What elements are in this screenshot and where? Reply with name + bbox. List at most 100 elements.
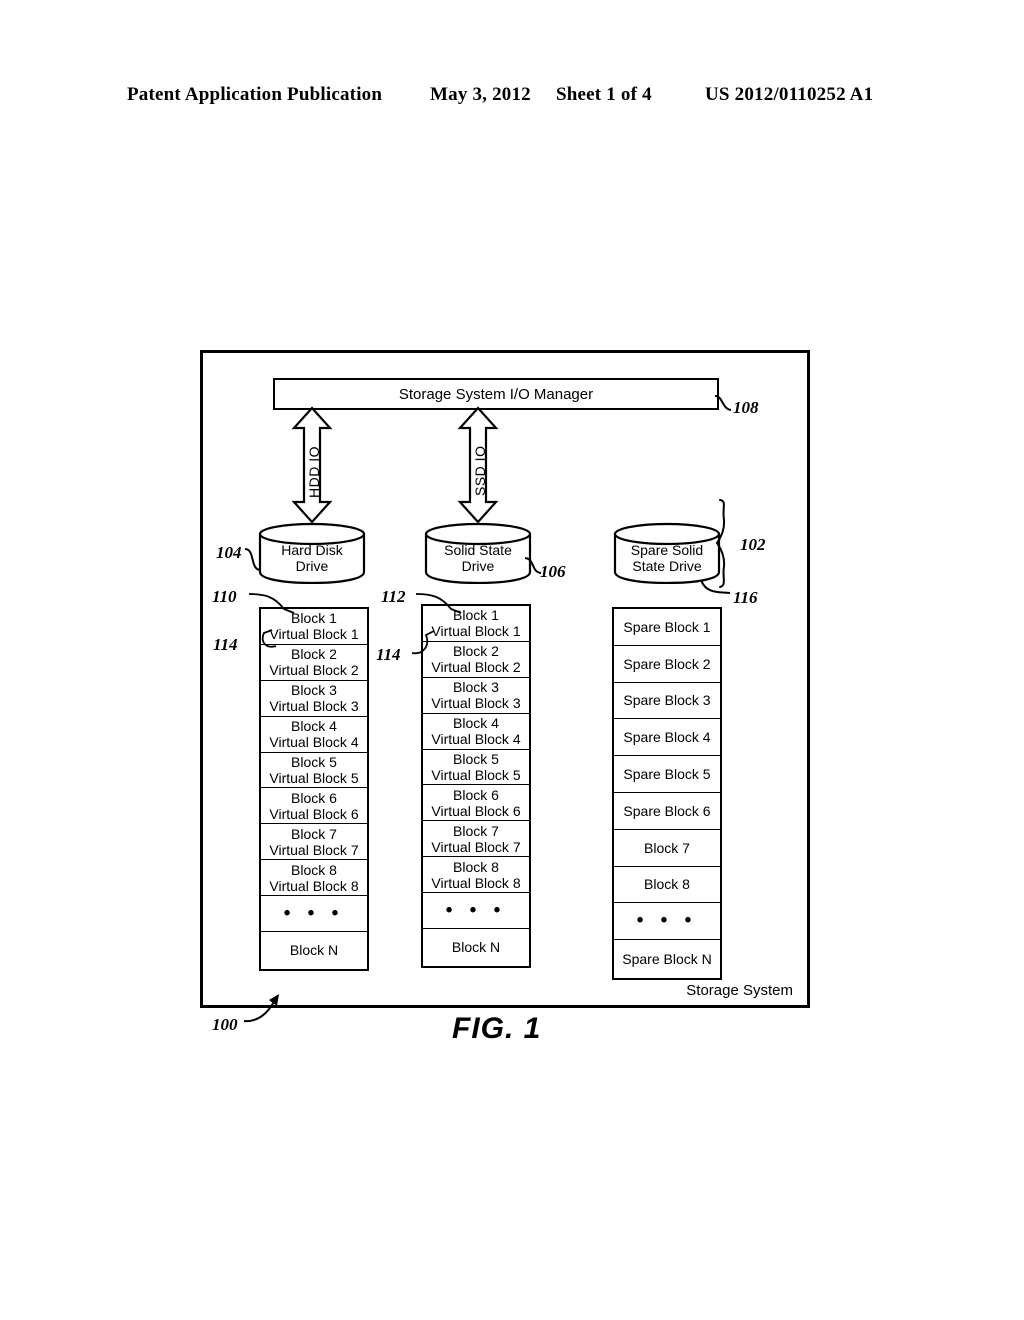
solid-state-drive-label: Solid State Drive	[424, 542, 532, 574]
ref-114-col2: 114	[376, 645, 401, 664]
block-label-line1: Block 2	[453, 643, 499, 660]
spare-block-column: Spare Block 1 Spare Block 2 Spare Block 3 S…	[612, 607, 722, 980]
patent-number: US 2012/0110252 A1	[705, 84, 874, 105]
block-label-line1: Block 7	[453, 822, 499, 839]
ssd-label-line1: Solid State	[444, 542, 512, 558]
block-cell: • • •	[614, 903, 720, 941]
hdd-label-line2: Drive	[295, 558, 329, 574]
block-label-line2: Virtual Block 1	[431, 623, 521, 640]
block-label-line2: Virtual Block 8	[269, 877, 359, 894]
ref-100-leader	[243, 993, 291, 1027]
block-label-line1: Block 7	[644, 839, 690, 856]
publication-date: May 3, 2012	[430, 84, 531, 105]
block-cell: Block 6 Virtual Block 6	[423, 785, 529, 822]
block-cell: Block 7	[614, 830, 720, 867]
hdd-io-label: HDD IO	[306, 446, 322, 498]
hdd-label-line1: Hard Disk	[281, 542, 343, 558]
block-cell: Spare Block 3	[614, 683, 720, 720]
block-label-line2: Virtual Block 7	[269, 841, 359, 858]
ref-114-col2-leader	[410, 627, 442, 659]
ellipsis-marker: • • •	[636, 910, 698, 932]
block-label-line1: Block 8	[644, 876, 690, 893]
spare-ssd-label-line1: Spare Solid	[630, 542, 704, 558]
block-label-line1: Block 5	[453, 751, 499, 767]
block-cell: • • •	[423, 893, 529, 930]
publication-label: Patent Application Publication	[127, 84, 383, 105]
block-label-line2: Virtual Block 6	[431, 802, 521, 819]
block-label-line2: Virtual Block 3	[269, 698, 359, 715]
block-cell: Block 4 Virtual Block 4	[423, 714, 529, 750]
ref-112-leader	[415, 591, 469, 625]
spare-ssd-label-line2: State Drive	[632, 558, 702, 574]
block-label-line1: Block 4	[453, 715, 499, 732]
block-label-line1: Spare Block 2	[623, 655, 711, 672]
block-label-line2: Virtual Block 7	[431, 838, 521, 855]
block-label-line2: Virtual Block 3	[431, 695, 521, 712]
ref-108: 108	[733, 398, 759, 417]
block-cell: Block 6 Virtual Block 6	[261, 788, 367, 825]
block-cell: Block 8 Virtual Block 8	[261, 860, 367, 897]
block-cell: Block N	[261, 932, 367, 968]
hard-disk-drive-cylinder: Hard Disk Drive	[258, 522, 366, 584]
patent-header: Patent Application Publication May 3, 20…	[0, 84, 1024, 114]
ellipsis-marker: • • •	[445, 899, 507, 921]
block-label-line1: Block 2	[291, 646, 337, 663]
block-label-line2: Virtual Block 8	[431, 874, 521, 891]
ellipsis-marker: • • •	[283, 902, 345, 924]
block-label-line1: Block 3	[453, 679, 499, 696]
block-cell: Spare Block 6	[614, 793, 720, 830]
block-label-line1: Block 8	[291, 861, 337, 878]
block-cell: Block 7 Virtual Block 7	[423, 821, 529, 858]
block-cell: Block 5 Virtual Block 5	[261, 753, 367, 789]
hdd-block-column: Block 1 Virtual Block 1 Block 2 Virtual Blo…	[259, 607, 369, 971]
block-cell: Block 4 Virtual Block 4	[261, 717, 367, 753]
ref-102: 102	[740, 535, 766, 554]
solid-state-drive-cylinder: Solid State Drive	[424, 522, 532, 584]
block-label-line1: Block 8	[453, 858, 499, 875]
block-cell: Spare Block 5	[614, 756, 720, 793]
block-cell: Block 3 Virtual Block 3	[261, 681, 367, 717]
block-label-line2: Virtual Block 2	[269, 662, 359, 679]
block-label-line1: Spare Block 1	[623, 618, 711, 635]
block-cell: Block 8	[614, 867, 720, 904]
spare-ssd-label: Spare Solid State Drive	[613, 542, 721, 574]
ref-114-col1-leader	[250, 624, 280, 654]
block-label-line1: Block 6	[291, 789, 337, 806]
block-label-line2: Virtual Block 6	[269, 805, 359, 822]
io-manager-label: Storage System I/O Manager	[398, 385, 594, 403]
ref-104: 104	[216, 543, 242, 562]
storage-system-caption: Storage System	[686, 982, 793, 999]
ref-116: 116	[733, 588, 758, 607]
spare-solid-state-drive-cylinder: Spare Solid State Drive	[613, 522, 721, 584]
block-cell: Spare Block 1	[614, 609, 720, 646]
block-label-line1: Block 7	[291, 825, 337, 842]
block-label-line2: Virtual Block 2	[431, 659, 521, 676]
ssd-label-line2: Drive	[461, 558, 495, 574]
block-label-line1: Block 3	[291, 682, 337, 699]
block-cell: Block 3 Virtual Block 3	[423, 678, 529, 714]
block-label-line2: Virtual Block 5	[431, 767, 521, 783]
figure-caption: FIG. 1	[452, 1012, 542, 1045]
sheet-number: Sheet 1 of 4	[556, 84, 652, 105]
block-label-line1: Spare Block 3	[623, 692, 711, 709]
ref-102-brace	[715, 498, 738, 590]
block-cell: Spare Block N	[614, 940, 720, 977]
block-cell: Spare Block 4	[614, 719, 720, 757]
ref-110: 110	[212, 587, 237, 606]
block-label-line2: Virtual Block 4	[431, 731, 521, 748]
block-cell: Block 8 Virtual Block 8	[423, 857, 529, 894]
ref-110-leader	[248, 591, 302, 625]
hard-disk-drive-label: Hard Disk Drive	[258, 542, 366, 574]
block-label-line2: Virtual Block 5	[269, 770, 359, 786]
block-cell: Spare Block 2	[614, 646, 720, 683]
block-label-line1: Spare Block 5	[623, 766, 711, 783]
block-label-line1: Block 4	[291, 718, 337, 735]
block-label-line2: Virtual Block 1	[269, 626, 359, 643]
ref-106: 106	[540, 562, 566, 581]
ref-100: 100	[212, 1015, 238, 1034]
block-label-line1: Spare Block 4	[623, 729, 711, 746]
block-label-line1: Spare Block 6	[623, 802, 711, 819]
ref-104-leader	[244, 547, 268, 575]
ref-114-col1: 114	[213, 635, 238, 654]
block-label-line1: Block N	[289, 941, 339, 958]
